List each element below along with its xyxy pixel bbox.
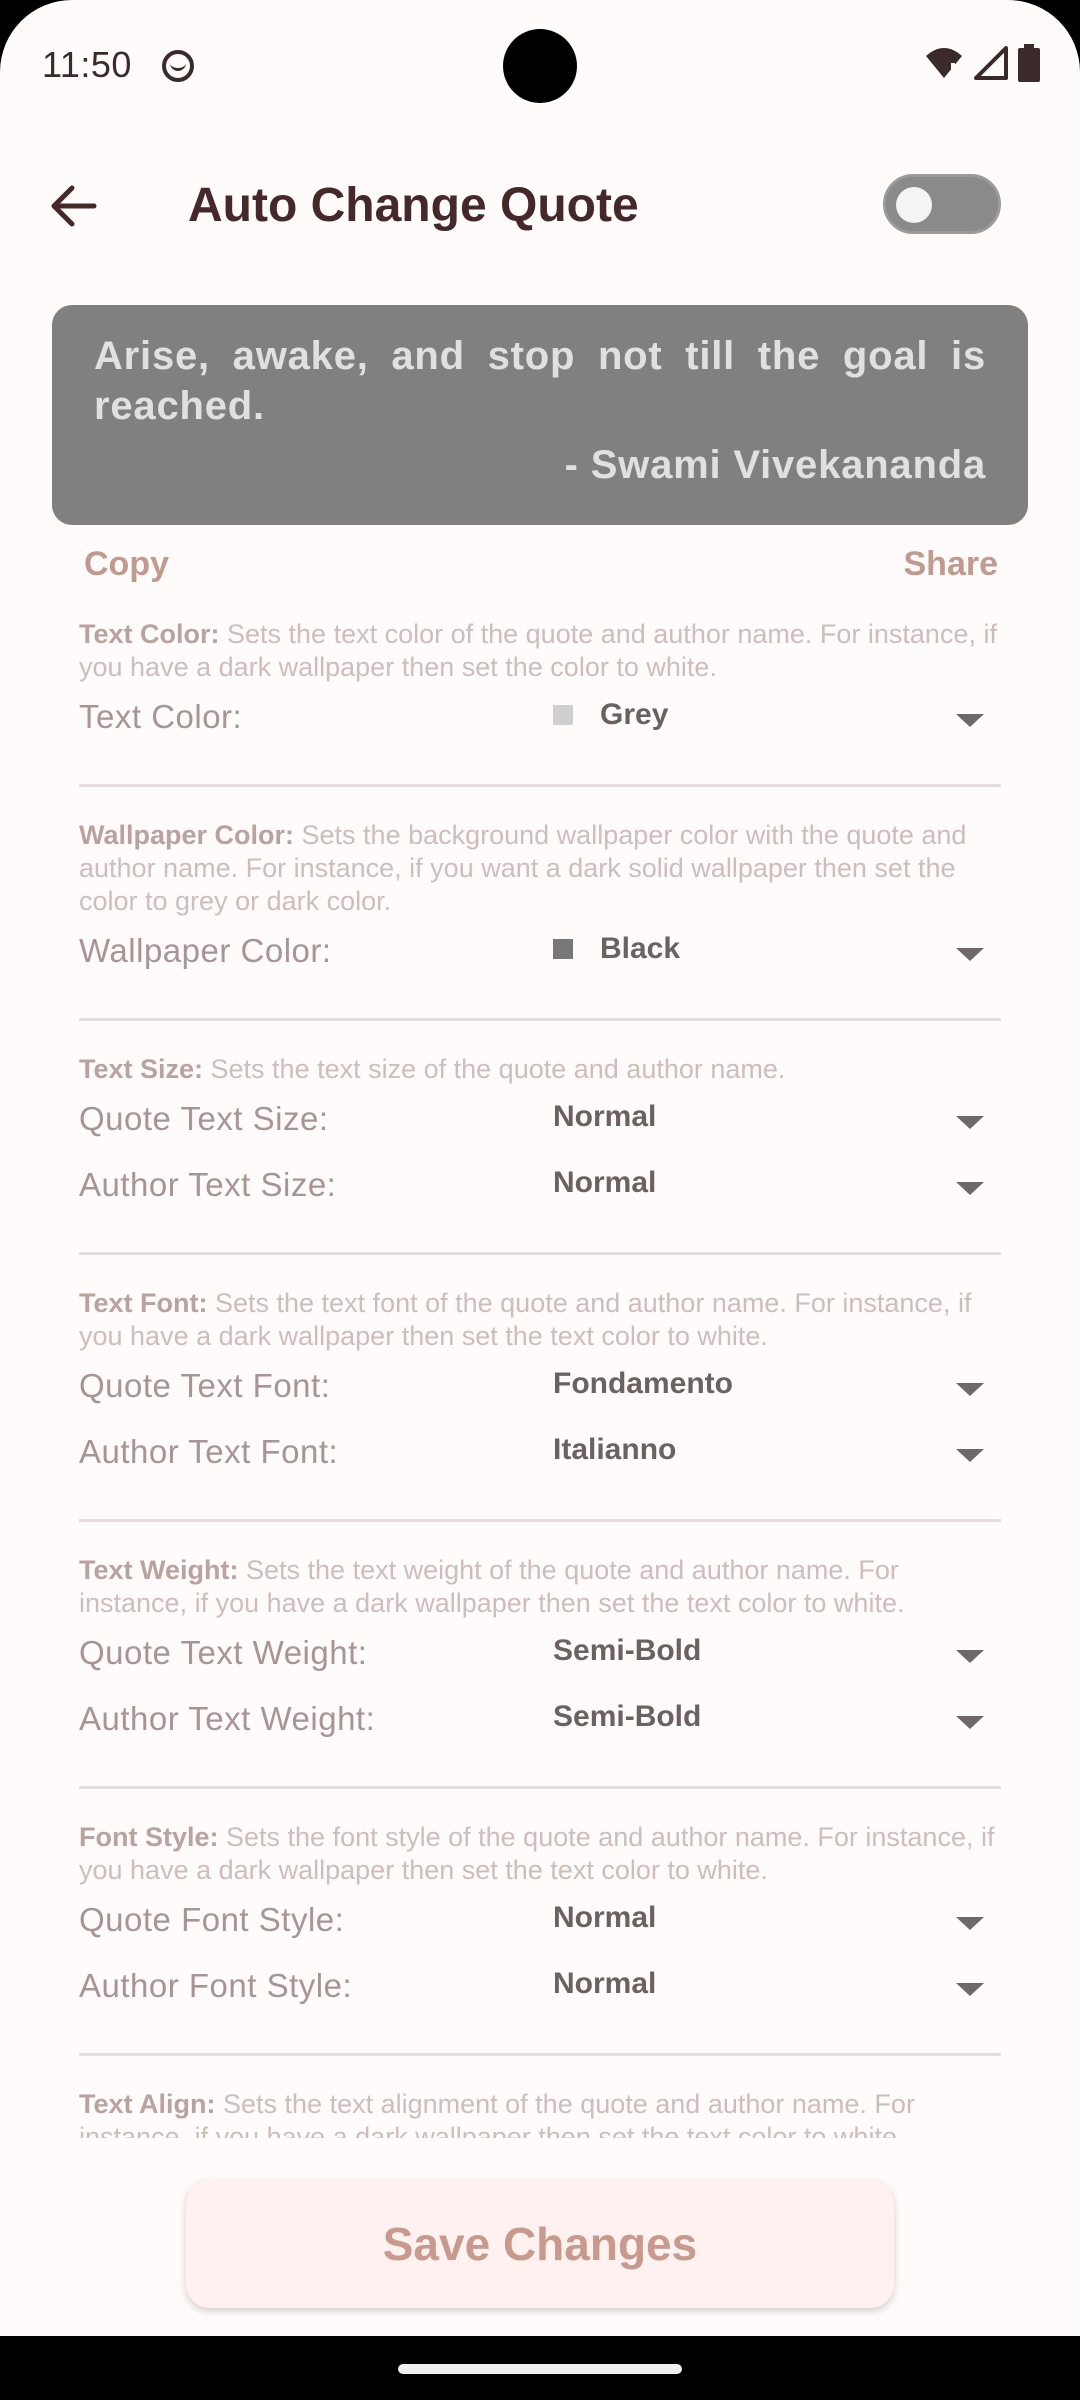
divider: [79, 2053, 1001, 2056]
row-value: Normal: [553, 1901, 657, 1934]
row-value: Black: [553, 932, 680, 966]
battery-icon: [1018, 44, 1040, 82]
row-value: Grey: [553, 698, 668, 732]
dropdown-quote-text-size[interactable]: Quote Text Size: Normal: [79, 1086, 1001, 1152]
divider: [79, 1519, 1001, 1522]
section-description-text: Sets the text size of the quote and auth…: [203, 1054, 786, 1084]
row-label: Quote Font Style:: [79, 1901, 345, 1938]
section-title: Text Weight:: [79, 1555, 239, 1585]
section-description: Font Style: Sets the font style of the q…: [79, 1821, 1001, 1887]
dropdown-wallpaper-color[interactable]: Wallpaper Color: Black: [79, 918, 1001, 984]
face-icon: [162, 50, 194, 82]
caret-down-icon: [956, 1449, 984, 1462]
arrow-left-icon: [51, 185, 97, 227]
home-indicator[interactable]: [398, 2364, 682, 2374]
caret-down-icon: [956, 1650, 984, 1663]
row-label: Quote Text Size:: [79, 1100, 329, 1137]
section-description: Text Font: Sets the text font of the quo…: [79, 1287, 1001, 1353]
dropdown-text-color[interactable]: Text Color: Grey: [79, 684, 1001, 750]
caret-down-icon: [956, 948, 984, 961]
divider: [79, 1786, 1001, 1789]
row-label: Author Font Style:: [79, 1967, 353, 2004]
row-label: Author Text Size:: [79, 1166, 337, 1203]
row-value-text: Black: [600, 932, 681, 965]
dropdown-quote-font-style[interactable]: Quote Font Style: Normal: [79, 1887, 1001, 1953]
wifi-icon: [926, 48, 962, 80]
section-text-weight: Text Weight: Sets the text weight of the…: [79, 1554, 1001, 1789]
section-title: Font Style:: [79, 1822, 219, 1852]
row-label: Text Color:: [79, 698, 243, 735]
row-value: Fondamento: [553, 1367, 733, 1400]
section-font-style: Font Style: Sets the font style of the q…: [79, 1821, 1001, 2056]
row-value: Normal: [553, 1967, 657, 2000]
page-title: Auto Change Quote: [188, 179, 639, 232]
section-description: Wallpaper Color: Sets the background wal…: [79, 819, 1001, 918]
caret-down-icon: [956, 714, 984, 727]
dropdown-quote-text-font[interactable]: Quote Text Font: Fondamento: [79, 1353, 1001, 1419]
camera-cutout: [503, 29, 577, 103]
caret-down-icon: [956, 1116, 984, 1129]
save-changes-button[interactable]: Save Changes: [186, 2180, 894, 2308]
quote-author: - Swami Vivekananda: [564, 443, 986, 487]
section-text-color: Text Color: Sets the text color of the q…: [79, 618, 1001, 787]
section-description-text: Sets the text font of the quote and auth…: [79, 1288, 972, 1351]
toggle-knob: [896, 187, 932, 223]
quote-text: Arise, awake, and stop not till the goal…: [94, 334, 986, 428]
section-description: Text Align: Sets the text alignment of t…: [79, 2088, 1001, 2138]
section-text-align: Text Align: Sets the text alignment of t…: [79, 2088, 1001, 2138]
copy-button[interactable]: Copy: [84, 545, 169, 584]
settings-list[interactable]: Text Color: Sets the text color of the q…: [79, 618, 1001, 2138]
caret-down-icon: [956, 1716, 984, 1729]
row-value: Italianno: [553, 1433, 677, 1466]
section-wallpaper-color: Wallpaper Color: Sets the background wal…: [79, 819, 1001, 1021]
section-title: Wallpaper Color:: [79, 820, 295, 850]
share-button[interactable]: Share: [904, 545, 999, 584]
row-label: Quote Text Font:: [79, 1367, 331, 1404]
row-label: Wallpaper Color:: [79, 932, 332, 969]
color-swatch: [553, 705, 573, 725]
caret-down-icon: [956, 1917, 984, 1930]
dropdown-author-text-font[interactable]: Author Text Font: Italianno: [79, 1419, 1001, 1485]
back-button[interactable]: [38, 174, 110, 238]
row-value: Semi-Bold: [553, 1634, 702, 1667]
caret-down-icon: [956, 1983, 984, 1996]
section-description: Text Weight: Sets the text weight of the…: [79, 1554, 1001, 1620]
status-time: 11:50: [42, 44, 132, 85]
section-text-font: Text Font: Sets the text font of the quo…: [79, 1287, 1001, 1522]
section-title: Text Color:: [79, 619, 220, 649]
caret-down-icon: [956, 1182, 984, 1195]
section-title: Text Font:: [79, 1288, 208, 1318]
section-title: Text Size:: [79, 1054, 204, 1084]
divider: [79, 784, 1001, 787]
caret-down-icon: [956, 1383, 984, 1396]
status-bar: 11:50: [0, 0, 1080, 132]
signal-icon: [974, 46, 1008, 80]
auto-change-toggle[interactable]: [883, 174, 1001, 234]
dropdown-quote-text-weight[interactable]: Quote Text Weight: Semi-Bold: [79, 1620, 1001, 1686]
app-screen: 11:50 Auto Change Quote Arise, awake, an…: [0, 0, 1080, 2336]
row-value: Semi-Bold: [553, 1700, 702, 1733]
section-description: Text Size: Sets the text size of the quo…: [79, 1053, 1001, 1086]
status-icons: [924, 44, 1040, 82]
row-value: Normal: [553, 1166, 657, 1199]
section-title: Text Align:: [79, 2089, 216, 2119]
section-description: Text Color: Sets the text color of the q…: [79, 618, 1001, 684]
row-label: Quote Text Weight:: [79, 1634, 368, 1671]
quote-preview-card: Arise, awake, and stop not till the goal…: [52, 305, 1028, 525]
row-value-text: Grey: [600, 698, 669, 731]
dropdown-author-font-style[interactable]: Author Font Style: Normal: [79, 1953, 1001, 2019]
row-label: Author Text Weight:: [79, 1700, 376, 1737]
divider: [79, 1252, 1001, 1255]
dropdown-author-text-size[interactable]: Author Text Size: Normal: [79, 1152, 1001, 1218]
section-text-size: Text Size: Sets the text size of the quo…: [79, 1053, 1001, 1255]
color-swatch: [553, 939, 573, 959]
app-bar: Auto Change Quote: [0, 150, 1080, 260]
divider: [79, 1018, 1001, 1021]
row-value: Normal: [553, 1100, 657, 1133]
dropdown-author-text-weight[interactable]: Author Text Weight: Semi-Bold: [79, 1686, 1001, 1752]
row-label: Author Text Font:: [79, 1433, 339, 1470]
